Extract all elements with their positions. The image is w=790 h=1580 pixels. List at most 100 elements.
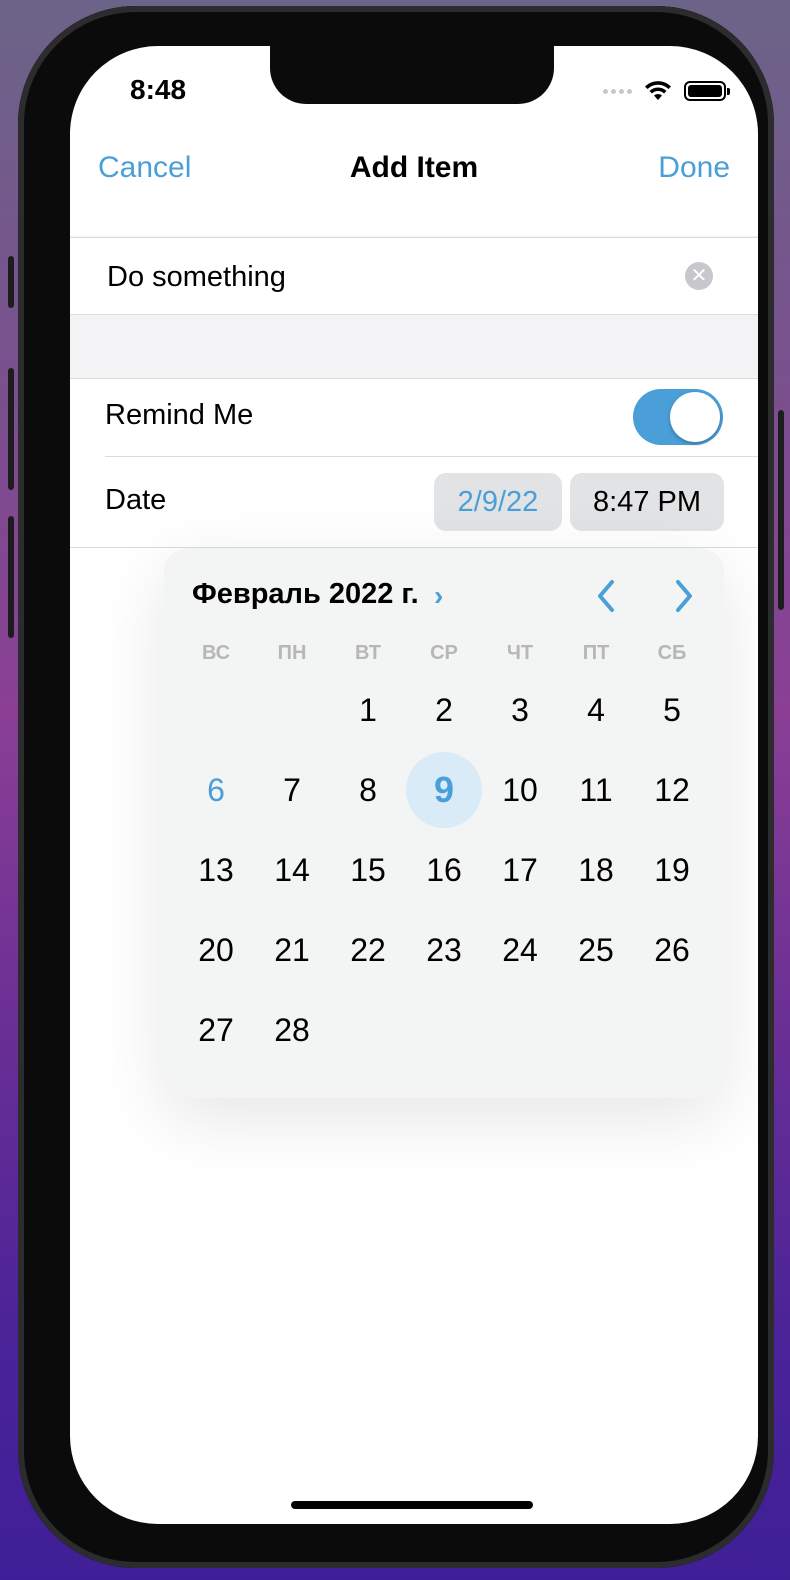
volume-down-button	[8, 516, 14, 638]
calendar-day[interactable]: 20	[178, 910, 254, 990]
chevron-left-icon	[598, 580, 614, 612]
date-picker-button[interactable]: 2/9/22	[434, 473, 562, 531]
weekday-label: ВТ	[355, 642, 381, 664]
title-input[interactable]	[105, 238, 669, 316]
title-row: ✕	[70, 237, 758, 316]
day-number: 13	[198, 851, 234, 888]
calendar-day[interactable]: 16	[406, 830, 482, 910]
next-month-button[interactable]	[664, 572, 704, 620]
volume-up-button	[8, 368, 14, 490]
calendar-day[interactable]: 28	[254, 990, 330, 1070]
empty-day-cell	[178, 670, 254, 750]
weekday-label: ЧТ	[506, 642, 534, 664]
day-number: 10	[502, 771, 538, 808]
calendar-day[interactable]: 15	[330, 830, 406, 910]
day-number: 12	[654, 771, 690, 808]
notch	[270, 46, 554, 104]
reminder-group: Remind Me Date 2/9/22 8:47 PM	[70, 378, 758, 548]
calendar-day[interactable]: 3	[482, 670, 558, 750]
weekday-label: ПТ	[582, 642, 610, 664]
day-number: 28	[274, 1011, 310, 1048]
calendar-popover: Февраль 2022 г. › ВС ПН ВТ СР ЧТ ПТ СБ 1234567…	[164, 548, 724, 1098]
day-number: 7	[283, 771, 301, 808]
chevron-right-icon[interactable]: ›	[434, 580, 443, 612]
remind-me-toggle[interactable]	[633, 389, 723, 445]
day-number: 25	[578, 931, 614, 968]
calendar-day[interactable]: 13	[178, 830, 254, 910]
navigation-bar: Cancel Add Item Done	[70, 146, 758, 190]
weekday-label: СР	[430, 642, 458, 664]
separator	[105, 456, 758, 457]
calendar-day[interactable]: 1	[330, 670, 406, 750]
day-number: 17	[502, 851, 538, 888]
calendar-day[interactable]: 17	[482, 830, 558, 910]
done-button[interactable]: Done	[658, 146, 730, 190]
page-title: Add Item	[349, 151, 479, 184]
time-picker-button[interactable]: 8:47 PM	[570, 473, 724, 531]
phone-frame: 8:48 Cancel Add Item Done ✕ Remind Me Da…	[8, 6, 784, 1568]
day-number: 6	[207, 771, 225, 808]
day-number: 4	[587, 691, 605, 728]
weekday-label: ВС	[201, 642, 231, 664]
calendar-day[interactable]: 10	[482, 750, 558, 830]
chevron-right-icon	[676, 580, 692, 612]
month-year-label[interactable]: Февраль 2022 г.	[192, 578, 419, 611]
day-number: 22	[350, 931, 386, 968]
status-time: 8:48	[130, 74, 187, 105]
home-indicator[interactable]	[291, 1501, 533, 1509]
day-number: 19	[654, 851, 690, 888]
remind-me-label: Remind Me	[105, 399, 254, 431]
prev-month-button[interactable]	[586, 572, 626, 620]
calendar-day[interactable]: 12	[634, 750, 710, 830]
toggle-knob	[670, 392, 720, 442]
day-number: 23	[426, 931, 462, 968]
calendar-day[interactable]: 24	[482, 910, 558, 990]
power-button	[778, 410, 784, 610]
day-number: 2	[435, 691, 453, 728]
day-number: 15	[350, 851, 386, 888]
date-label: Date	[105, 484, 167, 516]
clear-text-icon[interactable]: ✕	[685, 262, 713, 290]
day-number: 18	[578, 851, 614, 888]
calendar-day[interactable]: 5	[634, 670, 710, 750]
day-number: 16	[426, 851, 462, 888]
wifi-icon	[645, 81, 671, 100]
day-number: 27	[198, 1011, 234, 1048]
calendar-day[interactable]: 8	[330, 750, 406, 830]
cellular-signal-icon	[603, 88, 632, 94]
day-number: 5	[663, 691, 681, 728]
calendar-day[interactable]: 27	[178, 990, 254, 1070]
calendar-day[interactable]: 6	[178, 750, 254, 830]
calendar-day[interactable]: 14	[254, 830, 330, 910]
battery-icon	[684, 81, 730, 101]
calendar-day[interactable]: 25	[558, 910, 634, 990]
day-number: 21	[274, 931, 310, 968]
day-number: 9	[433, 769, 455, 810]
status-icons	[603, 78, 730, 104]
calendar-day[interactable]: 21	[254, 910, 330, 990]
calendar-day[interactable]: 7	[254, 750, 330, 830]
selected-day[interactable]: 9	[406, 750, 482, 830]
calendar-day[interactable]: 2	[406, 670, 482, 750]
day-number: 14	[274, 851, 310, 888]
calendar-day[interactable]: 26	[634, 910, 710, 990]
calendar-day[interactable]: 23	[406, 910, 482, 990]
calendar-day[interactable]: 4	[558, 670, 634, 750]
day-number: 24	[502, 931, 538, 968]
day-number: 11	[579, 771, 613, 808]
calendar-day[interactable]: 22	[330, 910, 406, 990]
day-grid: 1 2 3 4 5 6 7 8 9 10 11 12 13 14 15 16 17 18 19 20 21 22 23 24 2…	[178, 670, 710, 1070]
weekday-label: ПН	[277, 642, 307, 664]
day-number: 26	[654, 931, 690, 968]
day-number: 8	[359, 771, 377, 808]
screen: 8:48 Cancel Add Item Done ✕ Remind Me Da…	[70, 46, 758, 1524]
empty-day-cell	[254, 670, 330, 750]
calendar-day[interactable]: 18	[558, 830, 634, 910]
mute-switch	[8, 256, 14, 308]
calendar-day[interactable]: 19	[634, 830, 710, 910]
day-number: 3	[511, 691, 529, 728]
day-number: 20	[198, 931, 234, 968]
weekday-header: ВС ПН ВТ СР ЧТ ПТ СБ	[178, 642, 710, 665]
weekday-label: СБ	[657, 642, 687, 664]
calendar-day[interactable]: 11	[558, 750, 634, 830]
